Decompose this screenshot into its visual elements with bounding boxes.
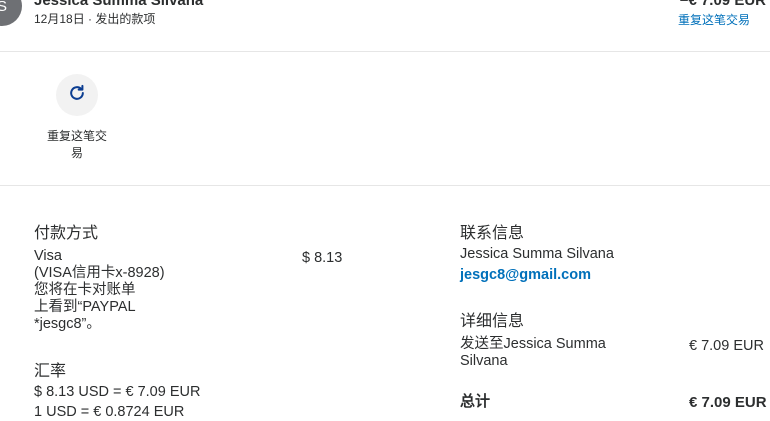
avatar: S (0, 0, 22, 26)
total-label: 总计 (460, 393, 491, 410)
divider (0, 51, 770, 52)
repeat-transaction-label[interactable]: 重复这笔交 易 (40, 128, 114, 162)
sent-amount: € 7.09 EUR (689, 338, 764, 354)
refresh-icon (67, 83, 87, 108)
payment-method-heading: 付款方式 (34, 225, 99, 242)
payment-method-line: *jesgc8”。 (34, 316, 101, 332)
contact-name: Jessica Summa Silvana (460, 246, 614, 262)
transaction-amount: −€ 7.09 EUR (679, 0, 766, 9)
divider (0, 185, 770, 186)
sent-to-label: 发送至Jessica Summa Silvana (460, 336, 606, 370)
payment-amount: $ 8.13 (302, 250, 343, 266)
contact-email-link[interactable]: jesgc8@gmail.com (460, 267, 591, 284)
exchange-rate-line: $ 8.13 USD = € 7.09 EUR (34, 384, 201, 400)
repeat-label-line: 易 (70, 146, 83, 160)
exchange-rate-line: 1 USD = € 0.8724 EUR (34, 404, 185, 420)
payment-method-line: Visa (34, 248, 62, 264)
repeat-transaction-button[interactable] (56, 74, 98, 116)
sent-to-line: 发送至Jessica Summa (460, 336, 606, 352)
counterparty-name: Jessica Summa Silvana (34, 0, 204, 9)
total-amount: € 7.09 EUR (689, 394, 767, 411)
payment-method-line: (VISA信用卡x-8928) (34, 265, 165, 281)
details-heading: 详细信息 (460, 313, 525, 330)
repeat-transaction-link[interactable]: 重复这笔交易 (678, 11, 750, 28)
payment-method-details: Visa (VISA信用卡x-8928) 您将在卡对账单 上看到“PAYPAL … (34, 248, 165, 333)
payment-method-line: 您将在卡对账单 (34, 282, 136, 298)
sent-to-line: Silvana (460, 353, 508, 369)
transaction-subtitle: 12月18日 · 发出的款项 (34, 12, 156, 26)
repeat-label-line: 重复这笔交 (46, 129, 107, 143)
payment-method-line: 上看到“PAYPAL (34, 299, 136, 315)
exchange-rate-heading: 汇率 (34, 363, 67, 380)
contact-info-heading: 联系信息 (460, 225, 525, 242)
